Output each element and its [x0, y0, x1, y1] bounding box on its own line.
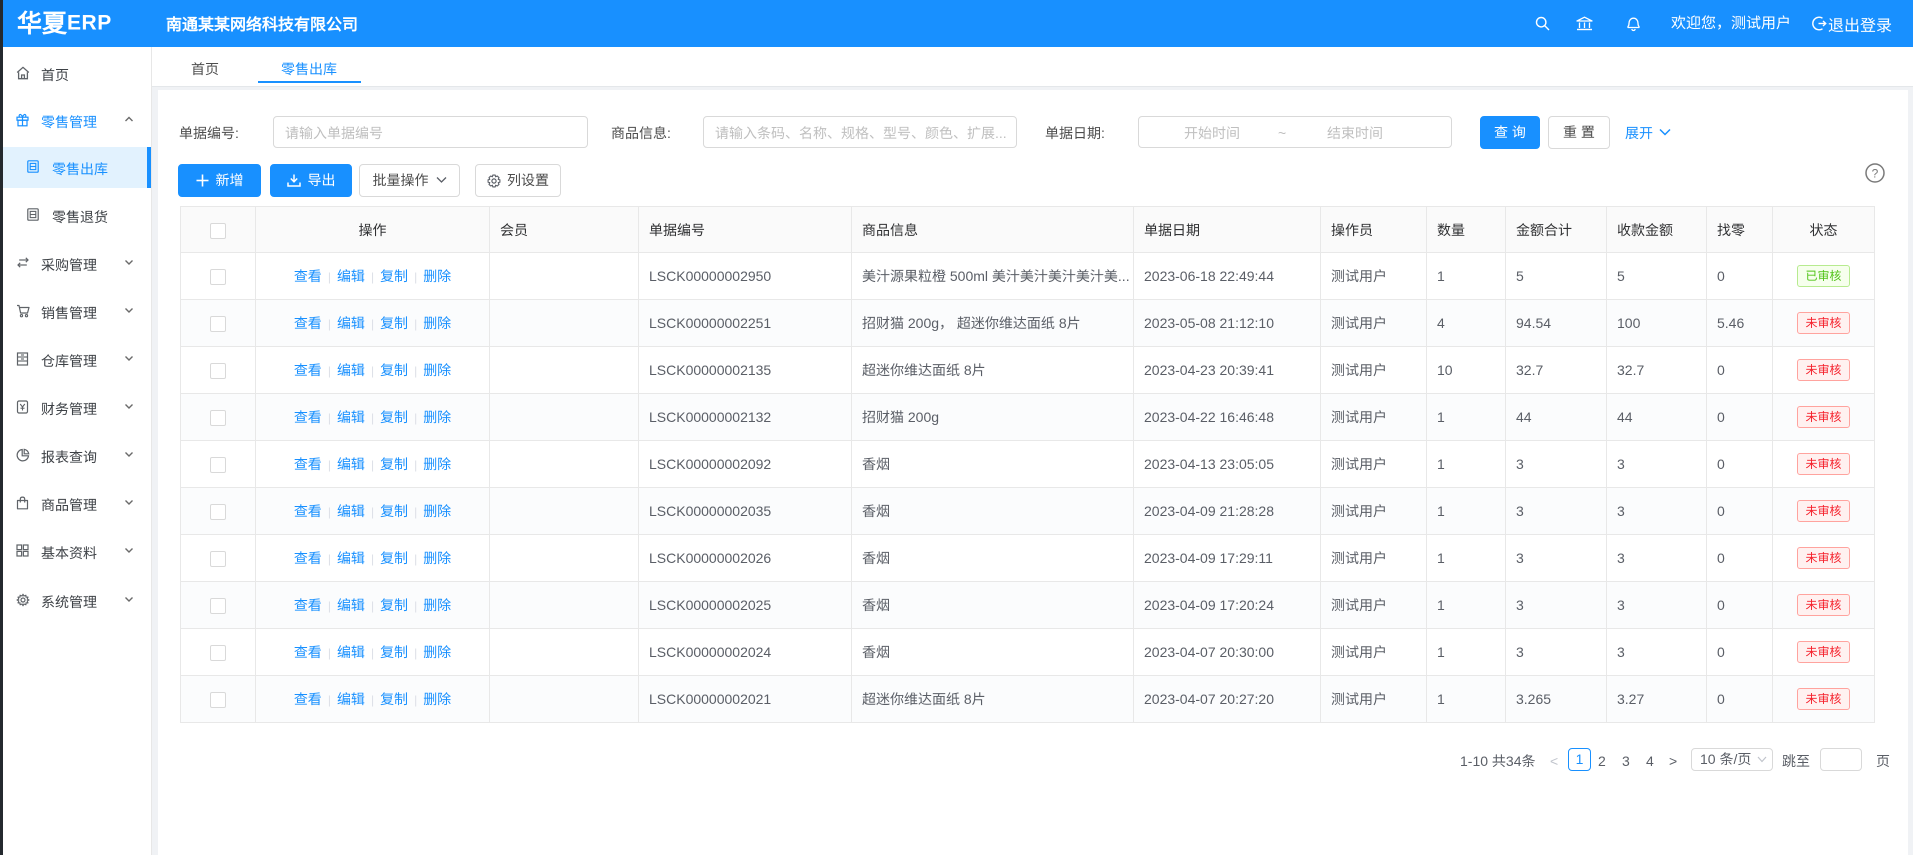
- svg-text:?: ?: [1872, 167, 1879, 181]
